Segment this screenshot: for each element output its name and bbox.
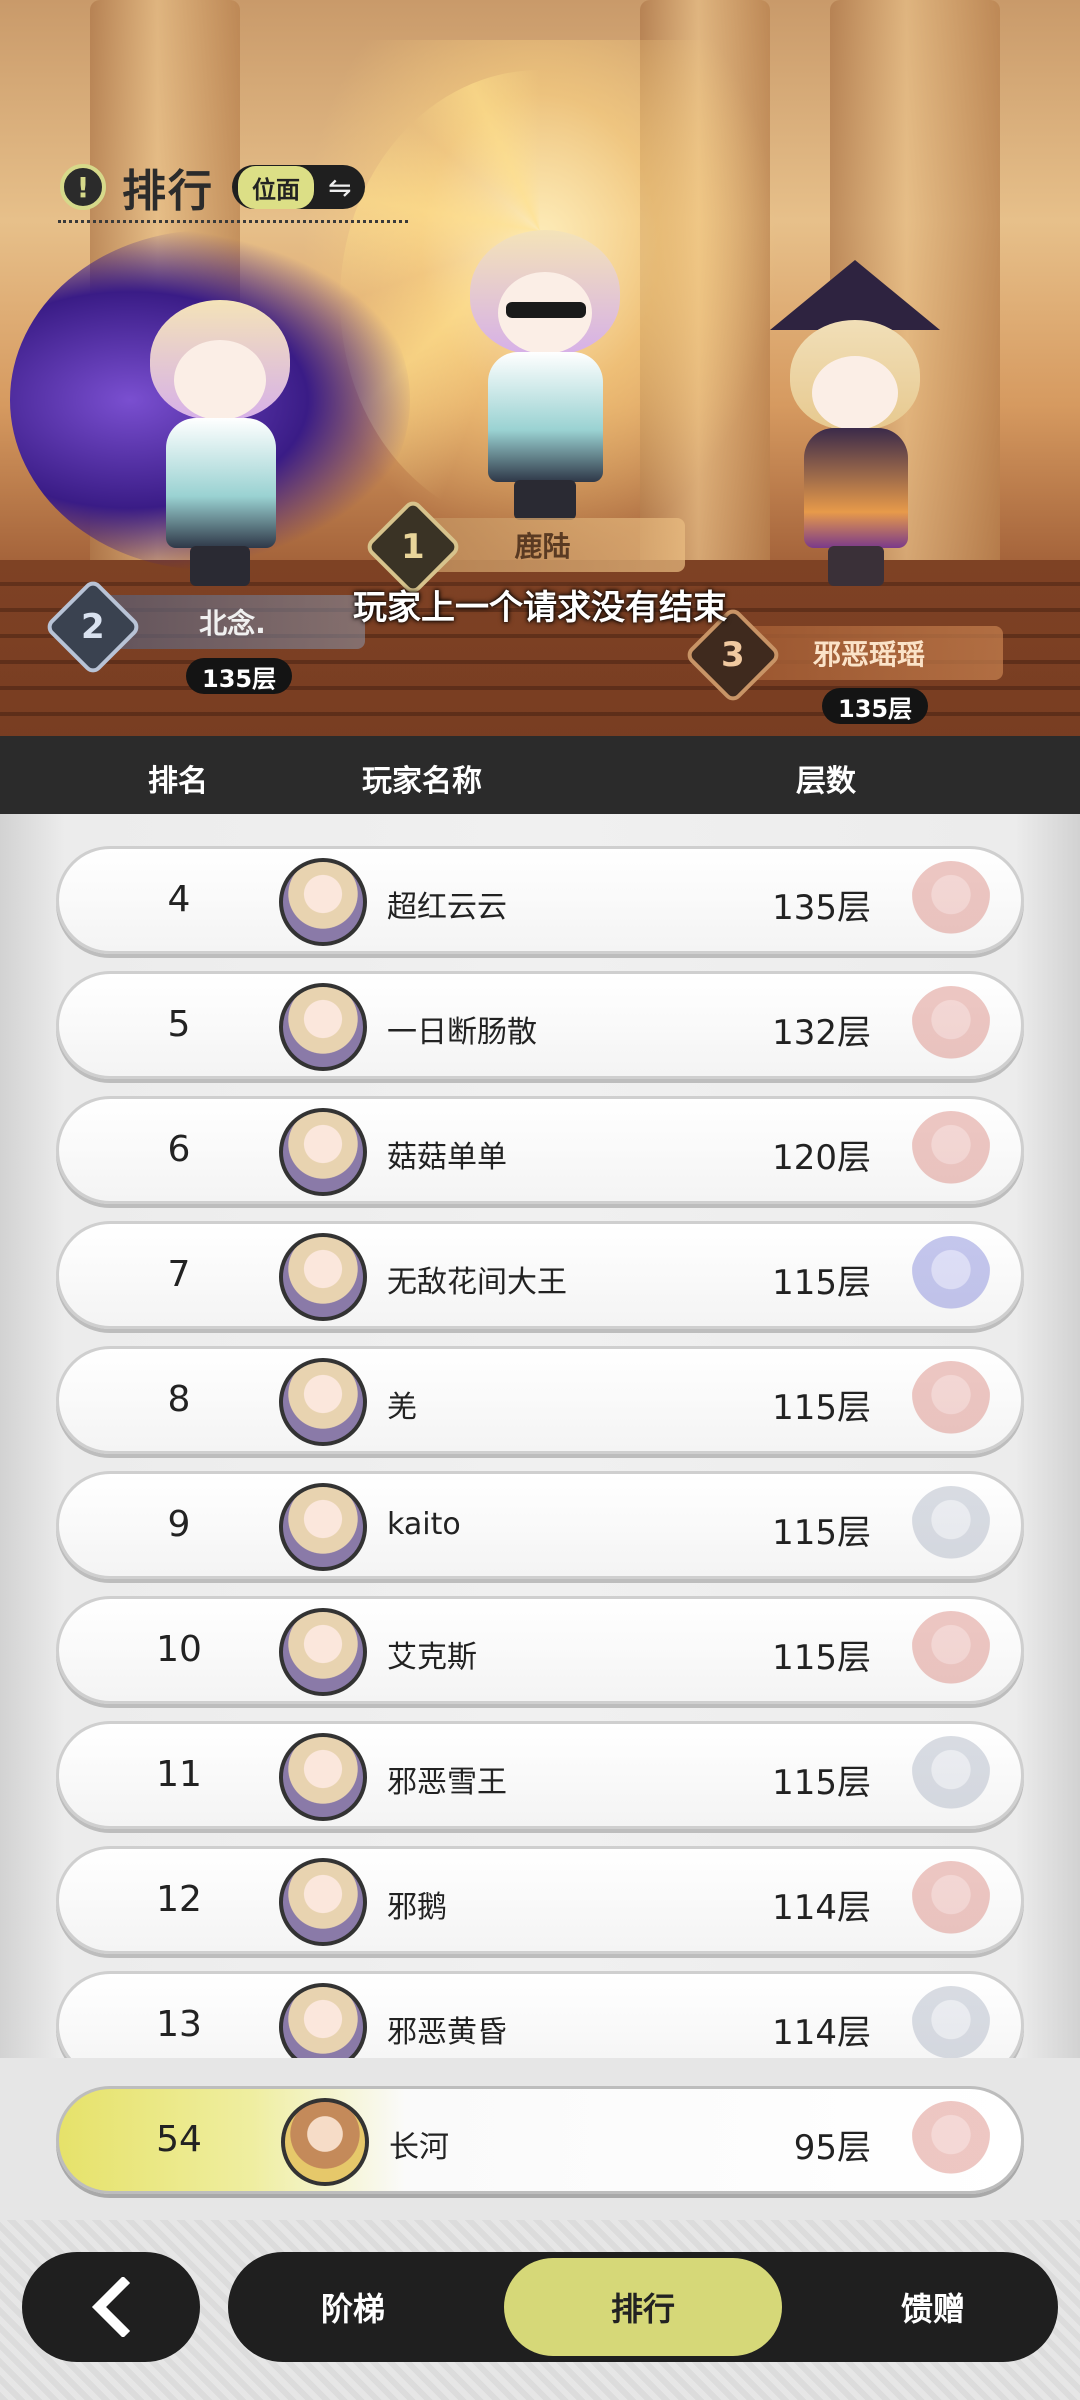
podium-3-name: 邪恶瑶瑶 — [812, 638, 925, 671]
tab-bar: 阶梯 排行 馈赠 — [228, 2252, 1058, 2362]
tab-ladder[interactable]: 阶梯 — [228, 2252, 478, 2362]
my-floors: 95层 — [793, 2128, 871, 2168]
avatar[interactable] — [279, 1358, 367, 1446]
row-rank: 6 — [167, 1129, 191, 1170]
row-player-name: kaito — [387, 1507, 461, 1542]
ranking-list[interactable]: 4 超红云云 135层 5 一日断肠散 132层 6 菇菇单单 120层 7 无… — [0, 814, 1080, 2058]
faction-emblem-icon — [891, 1603, 1011, 1701]
table-row[interactable]: 5 一日断肠散 132层 — [56, 971, 1024, 1079]
row-rank: 11 — [156, 1754, 202, 1795]
row-rank: 4 — [167, 879, 191, 920]
faction-emblem-icon — [891, 1478, 1011, 1576]
tab-gifts[interactable]: 馈赠 — [808, 2252, 1058, 2362]
my-rank: 54 — [156, 2119, 202, 2160]
podium-banner: ! 排行 位面 ⇋ 鹿陆 1 北念. 2 135层 邪恶瑶瑶 3 135层 玩家… — [0, 0, 1080, 736]
dimension-toggle[interactable]: 位面 ⇋ — [232, 165, 366, 209]
bottom-navigation: 阶梯 排行 馈赠 — [0, 2220, 1080, 2400]
podium-3-floors: 135层 — [822, 688, 929, 724]
row-rank: 10 — [156, 1629, 202, 1670]
row-floors: 114层 — [772, 1888, 871, 1928]
avatar[interactable] — [279, 1108, 367, 1196]
row-player-name: 羌 — [387, 1390, 417, 1425]
row-rank: 8 — [167, 1379, 191, 1420]
row-rank: 7 — [167, 1254, 191, 1295]
row-player-name: 一日断肠散 — [387, 1015, 537, 1050]
table-row[interactable]: 4 超红云云 135层 — [56, 846, 1024, 954]
row-player-name: 菇菇单单 — [387, 1140, 507, 1175]
faction-emblem-icon — [891, 2093, 1011, 2191]
row-floors: 135层 — [772, 888, 871, 928]
column-floors: 层数 — [796, 764, 856, 799]
dimension-label: 位面 — [238, 165, 314, 209]
page-title: 排行 — [122, 166, 214, 217]
table-row[interactable]: 12 邪鹅 114层 — [56, 1846, 1024, 1954]
podium-1-name: 鹿陆 — [514, 530, 571, 563]
table-row[interactable]: 10 艾克斯 115层 — [56, 1596, 1024, 1704]
table-row[interactable]: 8 羌 115层 — [56, 1346, 1024, 1454]
podium-2-floors: 135层 — [186, 658, 293, 694]
tab-ranking[interactable]: 排行 — [504, 2258, 782, 2356]
avatar[interactable] — [279, 983, 367, 1071]
faction-emblem-icon — [891, 853, 1011, 951]
row-floors: 115层 — [772, 1263, 871, 1303]
error-toast: 玩家上一个请求没有结束 — [353, 588, 727, 628]
row-player-name: 邪鹅 — [387, 1890, 447, 1925]
tab-ladder-label: 阶梯 — [320, 2290, 385, 2328]
row-rank: 13 — [156, 2004, 202, 2045]
avatar[interactable] — [279, 1608, 367, 1696]
avatar[interactable] — [279, 858, 367, 946]
row-player-name: 艾克斯 — [387, 1640, 477, 1675]
chevron-left-icon — [91, 2277, 131, 2337]
my-rank-row[interactable]: 54 长河 95层 — [56, 2086, 1024, 2194]
my-player-name: 长河 — [389, 2130, 449, 2165]
row-player-name: 邪恶雪王 — [387, 1765, 507, 1800]
row-floors: 132层 — [772, 1013, 871, 1053]
row-floors: 114层 — [772, 2013, 871, 2053]
faction-emblem-icon — [891, 1853, 1011, 1951]
exclamation-icon[interactable]: ! — [60, 164, 106, 210]
faction-emblem-icon — [891, 1353, 1011, 1451]
table-header: 排名 玩家名称 层数 — [0, 736, 1080, 814]
avatar[interactable] — [279, 1483, 367, 1571]
row-player-name: 超红云云 — [387, 890, 507, 925]
faction-emblem-icon — [891, 1978, 1011, 2058]
avatar[interactable] — [279, 1733, 367, 1821]
avatar[interactable] — [281, 2098, 369, 2186]
tab-ranking-label: 排行 — [610, 2290, 675, 2328]
row-player-name: 邪恶黄昏 — [387, 2015, 507, 2050]
row-floors: 115层 — [772, 1763, 871, 1803]
row-rank: 5 — [167, 1004, 191, 1045]
avatar[interactable] — [279, 1233, 367, 1321]
table-row[interactable]: 13 邪恶黄昏 114层 — [56, 1971, 1024, 2058]
table-row[interactable]: 11 邪恶雪王 115层 — [56, 1721, 1024, 1829]
row-floors: 115层 — [772, 1513, 871, 1553]
back-button[interactable] — [22, 2252, 200, 2362]
column-player-name: 玩家名称 — [362, 764, 482, 799]
faction-emblem-icon — [891, 1228, 1011, 1326]
avatar[interactable] — [279, 1858, 367, 1946]
faction-emblem-icon — [891, 978, 1011, 1076]
row-rank: 12 — [156, 1879, 202, 1920]
row-player-name: 无敌花间大王 — [387, 1265, 567, 1300]
row-floors: 120层 — [772, 1138, 871, 1178]
row-floors: 115层 — [772, 1638, 871, 1678]
swap-arrows-icon: ⇋ — [328, 170, 352, 204]
faction-emblem-icon — [891, 1728, 1011, 1826]
ranking-header: ! 排行 位面 ⇋ — [60, 155, 366, 219]
row-rank: 9 — [167, 1504, 191, 1545]
table-row[interactable]: 6 菇菇单单 120层 — [56, 1096, 1024, 1204]
table-row[interactable]: 9 kaito 115层 — [56, 1471, 1024, 1579]
faction-emblem-icon — [891, 1103, 1011, 1201]
avatar[interactable] — [279, 1983, 367, 2058]
row-floors: 115层 — [772, 1388, 871, 1428]
title-underline — [58, 220, 408, 223]
table-row[interactable]: 7 无敌花间大王 115层 — [56, 1221, 1024, 1329]
column-rank: 排名 — [148, 764, 208, 799]
tab-gifts-label: 馈赠 — [900, 2290, 965, 2328]
